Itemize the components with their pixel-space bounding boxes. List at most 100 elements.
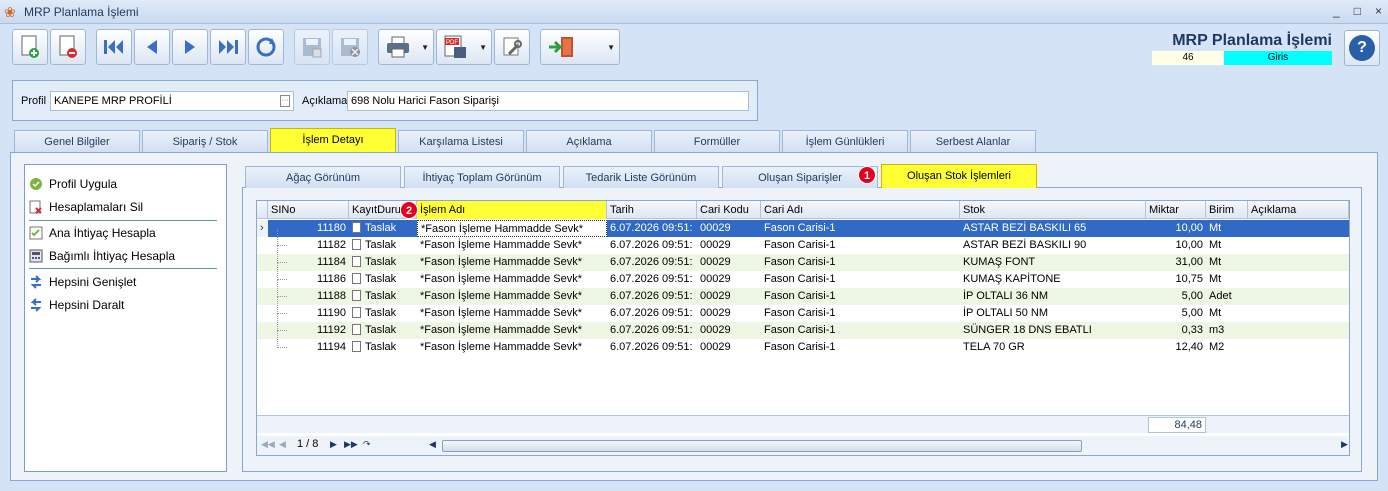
cell-tarih: 6.07.2026 09:51: xyxy=(610,307,693,319)
cell-cari-adi: Fason Carisi-1 xyxy=(764,341,836,353)
table-row[interactable]: 11192 Taslak *Fason İşleme Hammadde Sevk… xyxy=(257,314,1349,339)
column-header-aciklama[interactable]: Açıklama xyxy=(1248,201,1349,219)
print-button[interactable]: ▼ xyxy=(378,29,434,65)
pdf-export-button[interactable]: PDF ▼ xyxy=(436,29,492,65)
sub-tabs: Ağaç Görünüm İhtiyaç Toplam Görünüm Teda… xyxy=(245,164,1037,188)
cell-text: Taslak xyxy=(365,324,397,336)
cell-kayit-durumu: Taslak xyxy=(349,220,417,237)
cell-miktar: 0,33 xyxy=(1181,324,1203,336)
maximize-button[interactable]: □ xyxy=(1354,4,1361,18)
scroll-right-icon[interactable]: ▶ xyxy=(1341,439,1348,450)
scroll-left-icon[interactable]: ◀ xyxy=(429,439,436,450)
tab-genel-bilgiler[interactable]: Genel Bilgiler xyxy=(14,130,140,152)
table-row[interactable]: 11190 Taslak *Fason İşleme Hammadde Sevk… xyxy=(257,297,1349,322)
action-label: Profil Uygula xyxy=(49,177,118,191)
tab-islem-gunlukleri[interactable]: İşlem Günlükleri xyxy=(782,130,908,152)
settings-button[interactable] xyxy=(494,29,530,65)
action-profil-uygula[interactable]: Profil Uygula xyxy=(29,177,117,191)
description-field[interactable]: 698 Nolu Harici Fason Siparişi xyxy=(347,91,749,111)
subtab-ihtiyac-toplam[interactable]: İhtiyaç Toplam Görünüm xyxy=(404,166,560,188)
window-controls: _ □ × xyxy=(1333,4,1382,18)
cell-cari-kodu: 00029 xyxy=(700,273,731,285)
table-row[interactable]: › 11180 Taslak *Fason İşleme Hammadde Se… xyxy=(257,220,1349,237)
new-record-button[interactable] xyxy=(12,29,48,65)
table-row[interactable]: 11188 Taslak *Fason İşleme Hammadde Sevk… xyxy=(257,280,1349,305)
tab-islem-detayi[interactable]: İşlem Detayı xyxy=(270,128,396,152)
subtab-olusan-stok-islemleri[interactable]: Oluşan Stok İşlemleri xyxy=(881,164,1037,188)
subtab-olusan-siparisler[interactable]: Oluşan Siparişler xyxy=(722,166,878,188)
tree-connector xyxy=(277,263,287,280)
column-header-cari-adi[interactable]: Cari Adı xyxy=(761,201,960,219)
last-record-button[interactable] xyxy=(210,29,246,65)
action-label: Ana İhtiyaç Hesapla xyxy=(49,226,156,240)
exit-dropdown-arrow-icon: ▼ xyxy=(607,43,615,52)
column-header-sino[interactable]: SINo xyxy=(268,201,349,219)
nav-prev-icon[interactable]: ◀ xyxy=(279,439,286,450)
cell-birim: M2 xyxy=(1209,341,1225,353)
minimize-button[interactable]: _ xyxy=(1333,4,1340,18)
action-bagimli-ihtiyac-hesapla[interactable]: Bağımlı İhtiyaç Hesapla xyxy=(29,249,175,263)
column-header-tarih[interactable]: Tarih xyxy=(607,201,697,219)
nav-next-icon[interactable]: ▶ xyxy=(330,439,337,450)
cancel-save-button[interactable] xyxy=(332,29,368,65)
previous-record-button[interactable] xyxy=(134,29,170,65)
cell-tarih: 6.07.2026 09:51: xyxy=(610,222,693,234)
profile-field[interactable]: KANEPE MRP PROFİLİ ··· xyxy=(50,91,294,111)
tab-siparis-stok[interactable]: Sipariş / Stok xyxy=(142,130,268,152)
help-button[interactable]: ? xyxy=(1344,30,1380,66)
cell-cari-kodu: 00029 xyxy=(700,341,731,353)
tab-karsilama-listesi[interactable]: Karşılama Listesi xyxy=(398,130,524,152)
column-header-islem-adi[interactable]: İşlem Adı xyxy=(417,201,607,219)
cell-cari-adi: Fason Carisi-1 xyxy=(764,256,836,268)
cell-sino: 11192 xyxy=(317,324,346,336)
action-label: Hepsini Genişlet xyxy=(49,275,137,289)
scroll-thumb[interactable] xyxy=(442,440,1082,452)
action-hesaplamalari-sil[interactable]: Hesaplamaları Sil xyxy=(29,200,143,214)
column-header-birim[interactable]: Birim xyxy=(1206,201,1248,219)
column-header-miktar[interactable]: Miktar xyxy=(1146,201,1206,219)
column-header-cari-kodu[interactable]: Cari Kodu xyxy=(697,201,761,219)
divider xyxy=(29,268,217,269)
table-row[interactable]: 11194 Taslak *Fason İşleme Hammadde Sevk… xyxy=(257,331,1349,356)
cell-kayit-durumu: Taslak xyxy=(349,237,417,254)
window-titlebar: ❀ MRP Planlama İşlemi _ □ × xyxy=(0,0,1388,24)
cell-cari-kodu: 00029 xyxy=(700,324,731,336)
tab-serbest-alanlar[interactable]: Serbest Alanlar xyxy=(910,130,1036,152)
table-row[interactable]: 11186 Taslak *Fason İşleme Hammadde Sevk… xyxy=(257,263,1349,288)
exit-button[interactable]: ▼ xyxy=(540,29,620,65)
collapse-arrow-icon xyxy=(29,298,43,312)
next-record-button[interactable] xyxy=(172,29,208,65)
profile-lookup-icon[interactable]: ··· xyxy=(280,95,290,107)
cancel-disk-icon xyxy=(341,38,360,57)
cell-stok: KUMAŞ FONT xyxy=(963,256,1036,268)
profile-label: Profil xyxy=(21,95,47,107)
subtab-tedarik-liste[interactable]: Tedarik Liste Görünüm xyxy=(563,166,719,188)
document-icon xyxy=(352,289,361,301)
refresh-button[interactable] xyxy=(248,29,284,65)
action-ana-ihtiyac-hesapla[interactable]: Ana İhtiyaç Hesapla xyxy=(29,226,156,240)
cell-kayit-durumu: Taslak xyxy=(349,288,417,305)
tab-formuller[interactable]: Formüller xyxy=(654,130,780,152)
action-hepsini-genislet[interactable]: Hepsini Genişlet xyxy=(29,275,136,289)
column-header-stok[interactable]: Stok xyxy=(960,201,1146,219)
save-button[interactable] xyxy=(294,29,330,65)
mode-status: Giris xyxy=(1224,51,1332,65)
next-arrow-icon xyxy=(185,40,195,54)
nav-last-icon[interactable]: ▶▶ xyxy=(344,439,358,450)
cell-islem-adi: *Fason İşleme Hammadde Sevk* xyxy=(420,341,583,353)
table-row[interactable]: 11184 Taslak *Fason İşleme Hammadde Sevk… xyxy=(257,246,1349,271)
cell-islem-adi[interactable]: *Fason İşleme Hammadde Sevk* xyxy=(417,220,607,237)
document-icon xyxy=(352,255,361,267)
cell-sino: 11186 xyxy=(317,273,346,285)
nav-refresh-icon[interactable]: ↷ xyxy=(363,439,371,450)
table-row[interactable]: 11182 Taslak *Fason İşleme Hammadde Sevk… xyxy=(257,229,1349,254)
close-button[interactable]: × xyxy=(1375,4,1382,18)
delete-record-button[interactable] xyxy=(50,29,86,65)
tab-aciklama[interactable]: Açıklama xyxy=(526,130,652,152)
nav-first-icon[interactable]: ◀◀ xyxy=(261,439,275,450)
subtab-agac-gorunum[interactable]: Ağaç Görünüm xyxy=(245,166,401,188)
last-arrow-icon xyxy=(219,40,238,54)
action-hepsini-daralt[interactable]: Hepsini Daralt xyxy=(29,298,124,312)
horizontal-scrollbar[interactable] xyxy=(442,440,1338,452)
first-record-button[interactable] xyxy=(96,29,132,65)
